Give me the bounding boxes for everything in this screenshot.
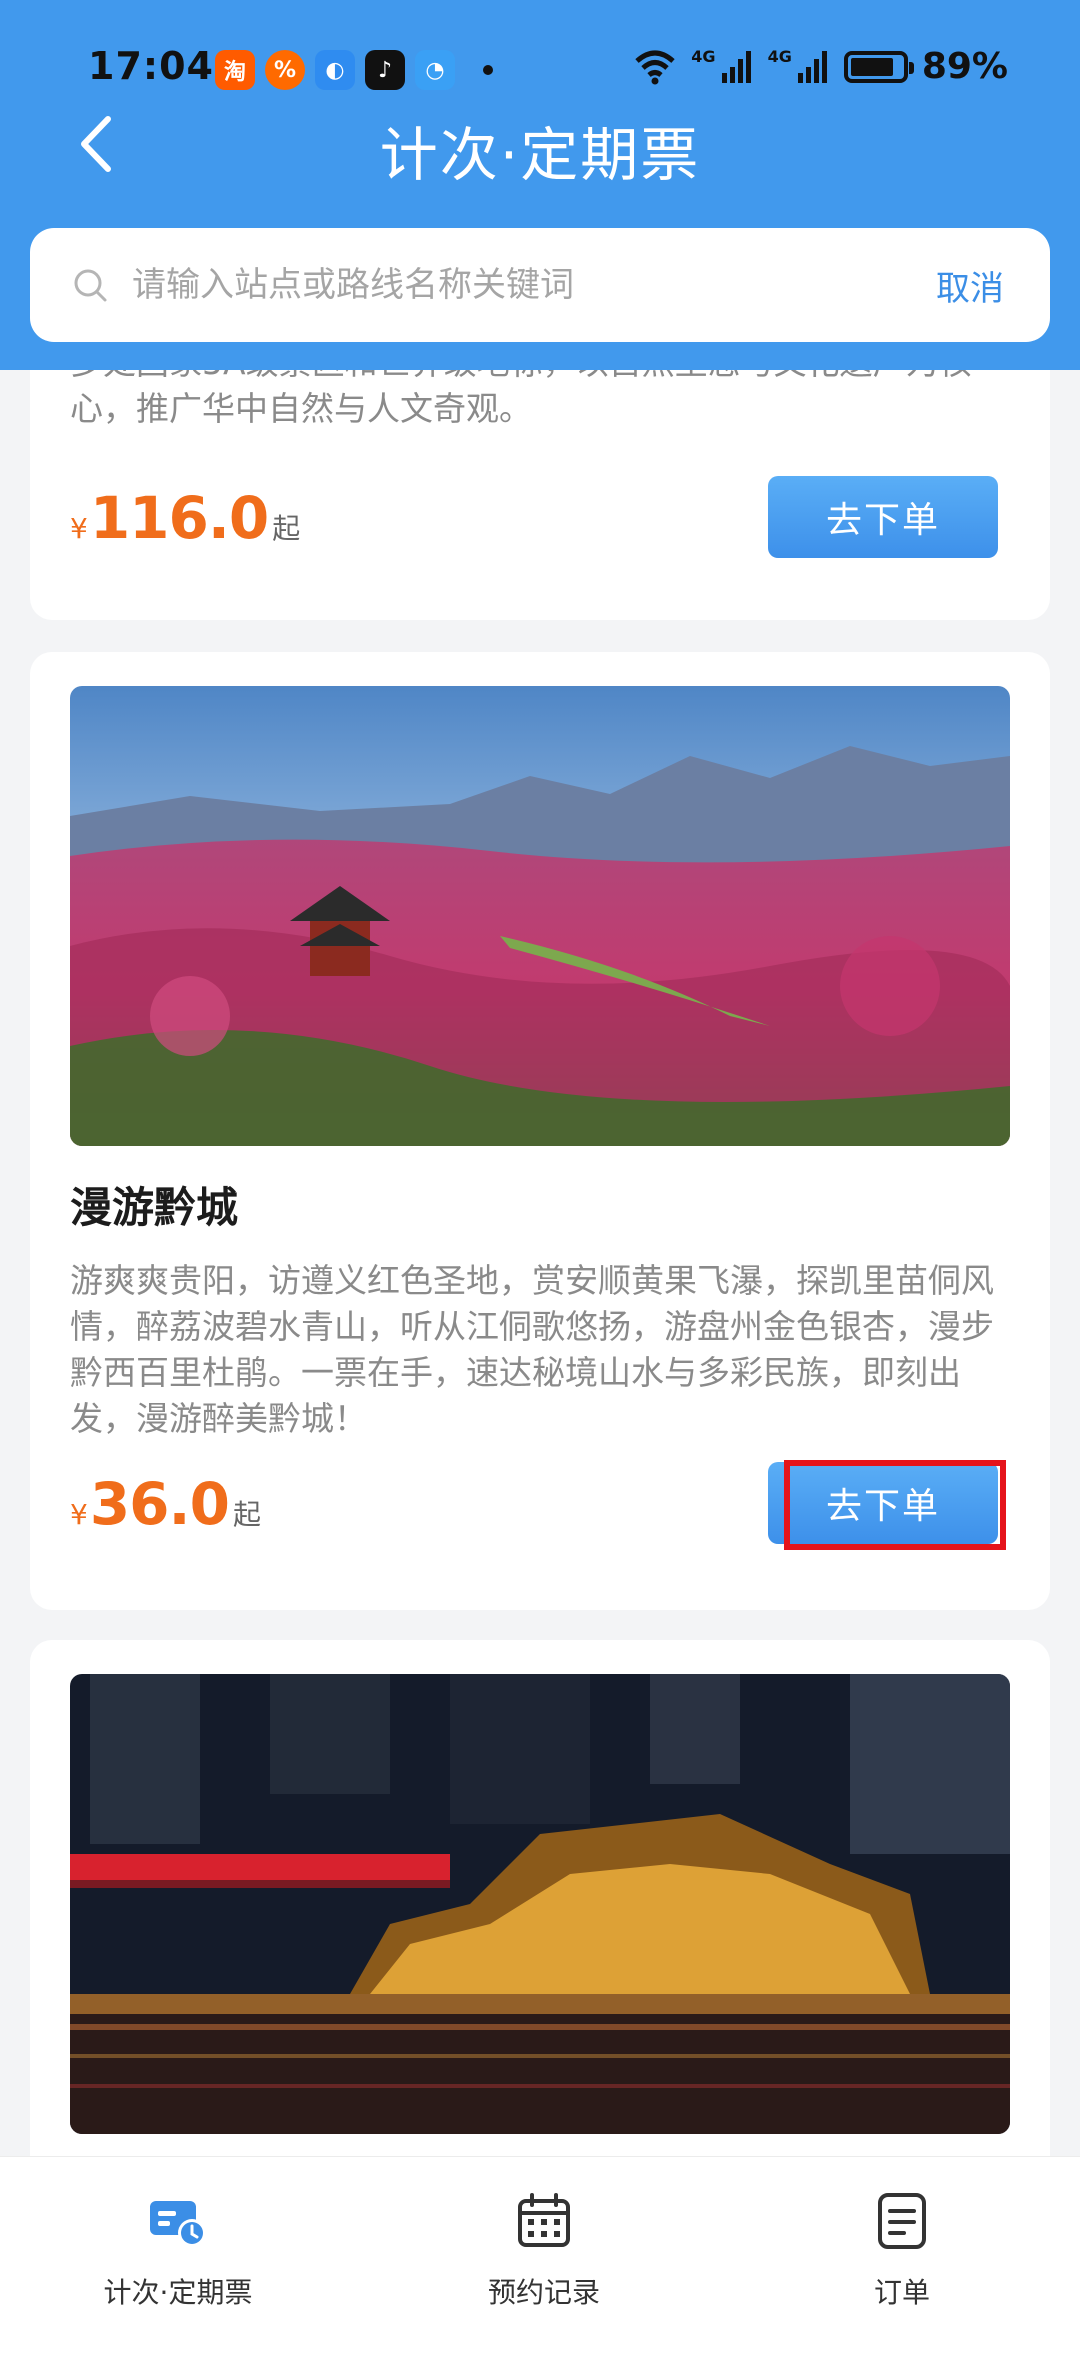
price-currency: ¥ xyxy=(70,1498,88,1531)
order-list-icon xyxy=(878,2193,926,2249)
route-price: ¥ 116.0 起 xyxy=(70,484,300,552)
page-title: 计次·定期票 xyxy=(379,121,701,189)
tab-reservations[interactable]: 预约记录 xyxy=(424,2191,664,2311)
order-button[interactable]: 去下单 xyxy=(768,1462,998,1544)
route-card xyxy=(30,1640,1050,2156)
tab-label: 预约记录 xyxy=(487,2276,600,2309)
search-bar: 取消 xyxy=(30,228,1050,342)
more-notifications-dot xyxy=(483,65,493,75)
search-input[interactable] xyxy=(132,265,936,305)
taobao-app-icon: 淘 xyxy=(215,50,255,90)
cloud-app-icon: ◔ xyxy=(415,50,455,90)
price-value: 36.0 xyxy=(89,1470,230,1538)
browser-app-icon: ◐ xyxy=(315,50,355,90)
route-list: 多处国家5A级景区和世界级地标，以自然生态与文化遗产为核心，推广华中自然与人文奇… xyxy=(0,370,1080,2156)
order-button[interactable]: 去下单 xyxy=(768,476,998,558)
price-suffix: 起 xyxy=(232,1498,261,1531)
price-currency: ¥ xyxy=(70,512,88,545)
status-indicators: 4G 4G 89% xyxy=(633,46,1008,87)
signal-icon-1 xyxy=(721,50,751,83)
wifi-icon xyxy=(635,50,675,84)
route-price: ¥ 36.0 起 xyxy=(70,1470,261,1538)
cancel-button[interactable]: 取消 xyxy=(936,261,1004,310)
route-description: 游爽爽贵阳，访遵义红色圣地，赏安顺黄果飞瀑，探凯里苗侗风情，醉荔波碧水青山，听从… xyxy=(70,1261,994,1438)
route-description: 多处国家5A级景区和世界级地标，以自然生态与文化遗产为核心，推广华中自然与人文奇… xyxy=(70,370,972,428)
battery-icon xyxy=(843,50,914,83)
route-image xyxy=(70,686,1010,1146)
coupon-app-icon: % xyxy=(265,50,305,90)
network-type-2: 4G xyxy=(767,47,792,66)
tab-label: 订单 xyxy=(873,2276,930,2309)
battery-percent: 89% xyxy=(921,46,1008,87)
tab-orders[interactable]: 订单 xyxy=(782,2191,1022,2311)
header: 17:04 淘 % ◐ ♪ ◔ 4G 4G 89% 计次·定期票 请输入站点或路… xyxy=(0,0,1080,370)
price-suffix: 起 xyxy=(272,512,301,545)
signal-icon-2 xyxy=(797,50,827,83)
route-card: 多处国家5A级景区和世界级地标，以自然生态与文化遗产为核心，推广华中自然与人文奇… xyxy=(30,370,1050,620)
calendar-icon xyxy=(518,2193,570,2247)
status-time: 17:04 xyxy=(88,44,214,88)
tiktok-app-icon: ♪ xyxy=(365,50,405,90)
route-image xyxy=(70,1674,1010,2134)
route-title: 漫游黔城 xyxy=(70,1183,239,1232)
price-value: 116.0 xyxy=(89,484,269,552)
tab-label: 计次·定期票 xyxy=(103,2276,253,2309)
tab-ticket[interactable]: 计次·定期票 xyxy=(58,2191,298,2311)
notification-icons: 淘 % ◐ ♪ ◔ xyxy=(215,50,493,90)
bottom-tab-bar: 计次·定期票 预约记录 订单 xyxy=(0,2156,1080,2354)
network-type-1: 4G xyxy=(691,47,716,66)
ticket-clock-icon xyxy=(150,2201,206,2247)
route-card: 漫游黔城 游爽爽贵阳，访遵义红色圣地，赏安顺黄果飞瀑，探凯里苗侗风情，醉荔波碧水… xyxy=(30,652,1050,1610)
search-icon xyxy=(74,269,107,302)
